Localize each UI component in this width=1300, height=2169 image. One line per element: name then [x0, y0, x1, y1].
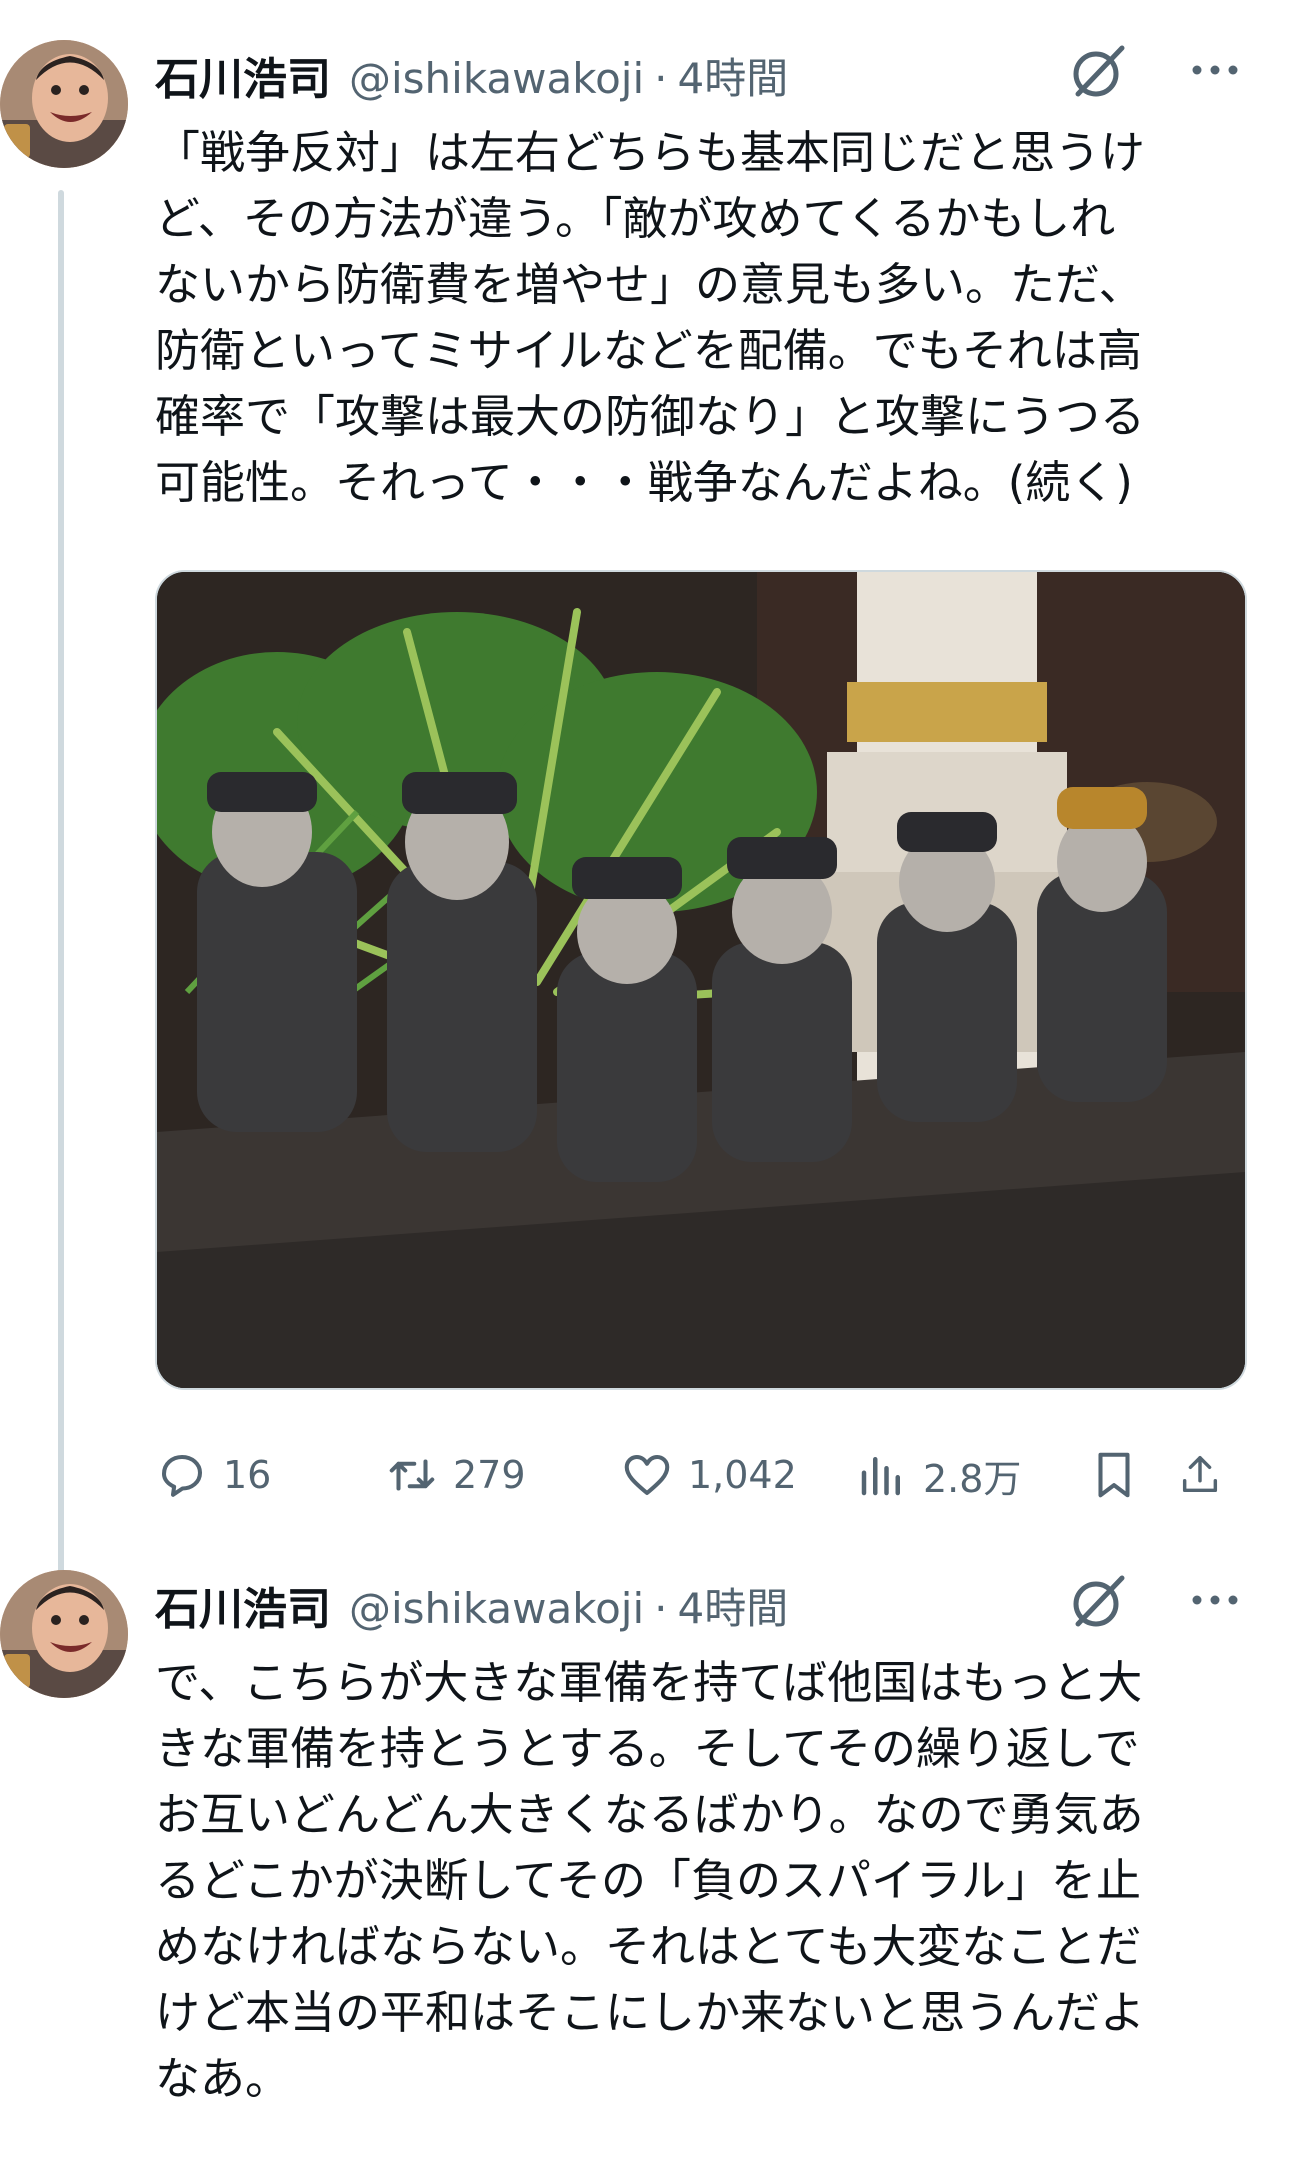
heart-icon: [624, 1454, 670, 1496]
timestamp[interactable]: 4時間: [677, 54, 788, 103]
avatar[interactable]: [0, 40, 128, 168]
avatar[interactable]: [0, 1570, 128, 1698]
bookmark-button[interactable]: [1087, 1448, 1177, 1502]
share-button[interactable]: [1177, 1448, 1237, 1502]
tweet-header: 石川浩司 @ishikawakoji · 4時間: [155, 40, 788, 110]
timestamp[interactable]: 4時間: [677, 1584, 788, 1633]
grok-icon[interactable]: [1068, 1570, 1130, 1632]
tweet-header: 石川浩司 @ishikawakoji · 4時間: [155, 1570, 788, 1640]
retweet-icon: [389, 1459, 435, 1491]
handle-time: @ishikawakoji · 4時間: [349, 1575, 788, 1636]
display-name[interactable]: 石川浩司: [155, 1573, 331, 1637]
grok-icon[interactable]: [1068, 40, 1130, 102]
tweet-text: で、こちらが大きな軍備を持てば他国はもっと大 きな軍備を持とうとする。そしてその…: [155, 1656, 1146, 2105]
handle[interactable]: @ishikawakoji: [349, 1584, 644, 1633]
separator: ·: [654, 53, 668, 103]
view-count: 2.8万: [923, 1456, 1022, 1501]
display-name[interactable]: 石川浩司: [155, 43, 331, 107]
handle-time: @ishikawakoji · 4時間: [349, 45, 788, 106]
like-count: 1,042: [688, 1453, 797, 1497]
bookmark-icon: [1098, 1452, 1130, 1498]
action-bar: 16 279 1,042 2.8万: [155, 1440, 1245, 1510]
more-icon[interactable]: [1185, 50, 1245, 90]
retweet-count: 279: [453, 1453, 526, 1497]
reply-button[interactable]: 16: [155, 1448, 385, 1502]
handle[interactable]: @ishikawakoji: [349, 54, 644, 103]
share-icon: [1182, 1456, 1218, 1493]
reply-icon: [161, 1454, 203, 1497]
reply-count: 16: [223, 1453, 272, 1497]
like-button[interactable]: 1,042: [620, 1448, 855, 1502]
views-icon: [861, 1457, 900, 1496]
views-button[interactable]: 2.8万: [855, 1448, 1087, 1503]
tweet-text: 「戦争反対」は左右どちらも基本同じだと思うけ ど、その方法が違う。「敵が攻めてく…: [155, 126, 1146, 509]
thread-line: [58, 190, 64, 1580]
retweet-button[interactable]: 279: [385, 1448, 620, 1502]
more-icon[interactable]: [1185, 1580, 1245, 1620]
separator: ·: [654, 1583, 668, 1633]
tweet-photo[interactable]: [155, 570, 1247, 1390]
